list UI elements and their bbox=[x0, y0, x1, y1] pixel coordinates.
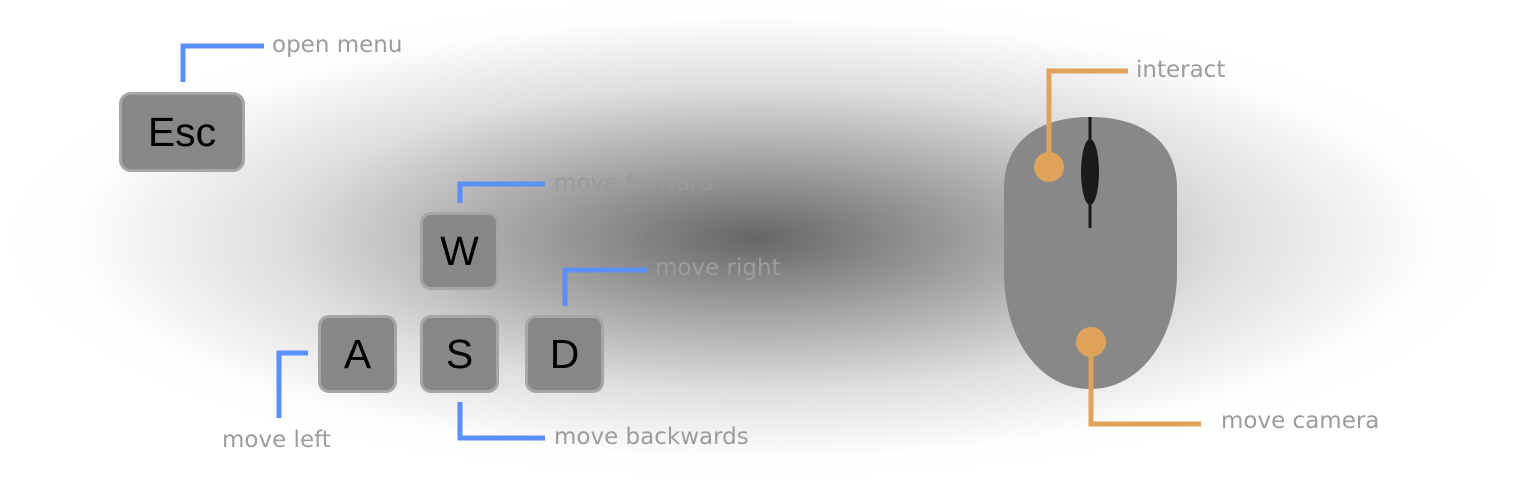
label-interact: interact bbox=[1136, 57, 1226, 83]
label-move-left: move left bbox=[222, 427, 331, 453]
label-move-forward: move forward bbox=[554, 170, 714, 196]
esc-key: Esc bbox=[119, 92, 245, 172]
callout-line-open-menu bbox=[180, 43, 264, 82]
label-move-backwards: move backwards bbox=[554, 424, 749, 450]
callout-line-move-right bbox=[562, 267, 647, 306]
label-move-camera: move camera bbox=[1221, 408, 1380, 434]
w-key: W bbox=[420, 212, 499, 290]
label-move-right: move right bbox=[655, 255, 781, 281]
callout-line-move-backwards bbox=[457, 402, 545, 441]
mouse-move-marker bbox=[1076, 327, 1106, 357]
callout-line-move-forward bbox=[457, 181, 545, 203]
left-click-marker bbox=[1034, 152, 1064, 182]
callout-line-move-left bbox=[276, 350, 308, 418]
mouse-wheel bbox=[1081, 139, 1099, 205]
a-key: A bbox=[318, 315, 397, 393]
controls-help-screen: Esc W A S D open menu move forward move … bbox=[0, 0, 1522, 490]
s-key: S bbox=[420, 315, 499, 393]
d-key: D bbox=[525, 315, 604, 393]
label-open-menu: open menu bbox=[272, 32, 403, 58]
